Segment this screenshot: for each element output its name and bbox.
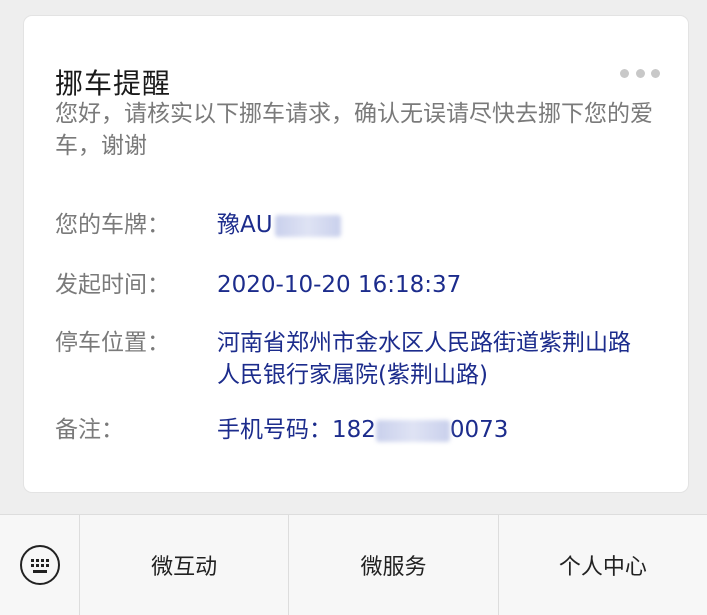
menu-item-personal-center[interactable]: 个人中心 <box>499 515 707 615</box>
field-label: 备注： <box>55 417 124 443</box>
field-label: 停车位置： <box>55 330 170 356</box>
keyboard-icon <box>19 545 60 585</box>
dot <box>620 68 629 78</box>
phone-masked <box>375 419 450 442</box>
dot <box>635 68 645 78</box>
field-remark: 备注： 手机号码：182 0073 <box>55 414 665 446</box>
plate-masked <box>274 214 341 237</box>
menu-item-services[interactable]: 微服务 <box>289 515 499 615</box>
bottom-menu-bar: 微互动 微服务 个人中心 <box>0 514 707 615</box>
remark-value: 手机号码：182 0073 <box>217 414 647 446</box>
menu-item-interaction[interactable]: 微互动 <box>80 515 290 615</box>
field-plate: 您的车牌： 豫AU <box>55 209 665 241</box>
plate-text: 豫AU <box>217 212 273 238</box>
field-time: 发起时间： 2020-10-20 16:18:37 <box>55 269 665 301</box>
phone-suffix: 0073 <box>449 417 509 443</box>
location-value: 河南省郑州市金水区人民路街道紫荆山路人民银行家属院(紫荆山路) <box>217 330 631 388</box>
move-car-card: 挪车提醒 您好，请核实以下挪车请求，确认无误请尽快去挪下您的爱车，谢谢 您的车牌… <box>24 16 688 492</box>
card-title: 挪车提醒 <box>55 67 172 100</box>
dot <box>651 68 660 78</box>
field-label: 发起时间： <box>55 272 170 298</box>
intro-text: 您好，请核实以下挪车请求，确认无误请尽快去挪下您的爱车，谢谢 <box>55 101 653 159</box>
time-value: 2020-10-20 16:18:37 <box>217 272 462 298</box>
field-label: 您的车牌： <box>55 212 170 238</box>
keyboard-toggle-button[interactable] <box>0 515 80 615</box>
phone-prefix: 手机号码：182 <box>217 417 376 443</box>
more-options-icon[interactable] <box>620 68 660 78</box>
plate-value: 豫AU <box>217 209 647 241</box>
field-location: 停车位置： 河南省郑州市金水区人民路街道紫荆山路人民银行家属院(紫荆山路) <box>55 327 665 391</box>
